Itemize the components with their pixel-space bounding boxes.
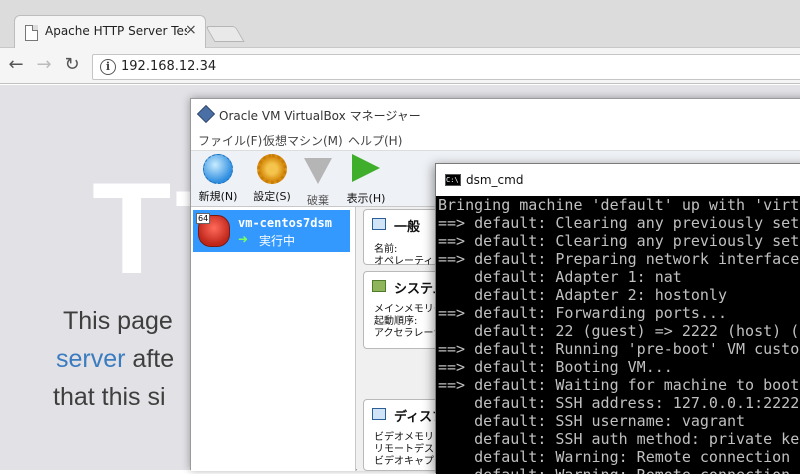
- page-text-line-1: This page: [63, 307, 173, 335]
- general-line-os: オペレーティン: [374, 256, 444, 267]
- info-icon[interactable]: i: [100, 59, 116, 75]
- console-line: default: Adapter 1: nat: [438, 268, 682, 286]
- 64bit-badge: 64: [196, 213, 211, 224]
- new-tab-button[interactable]: [205, 26, 245, 42]
- tab-title: Apache HTTP Server Test: [45, 24, 187, 38]
- vm-name: vm-centos7dsm: [238, 216, 332, 230]
- monitor-icon: [372, 218, 386, 230]
- console-line: default: SSH username: vagrant: [438, 412, 746, 430]
- general-heading: 一般: [394, 220, 421, 235]
- browser-tab[interactable]: Apache HTTP Server Test ×: [14, 15, 206, 49]
- menu-bar: ファイル(F) 仮想マシン(M) ヘルプ(H): [191, 129, 800, 151]
- vm-list: 64 vm-centos7dsm ➜ 実行中: [191, 207, 356, 471]
- gear-icon: [257, 154, 287, 184]
- settings-label: 設定(S): [253, 190, 291, 203]
- display-line-capture: ビデオキャプチ: [374, 456, 444, 467]
- cmd-window: C:\ dsm_cmd Bringing machine 'default' u…: [435, 163, 800, 474]
- console-output[interactable]: Bringing machine 'default' up with 'virt…: [436, 196, 800, 474]
- vbox-titlebar[interactable]: Oracle VM VirtualBox マネージャー: [191, 99, 800, 129]
- virtualbox-logo-icon: [196, 104, 216, 124]
- tab-strip: Apache HTTP Server Test ×: [0, 0, 800, 49]
- back-icon[interactable]: ←: [4, 54, 28, 75]
- console-line: default: 22 (guest) => 2222 (host) (a: [438, 322, 800, 340]
- cmd-title: dsm_cmd: [466, 173, 524, 187]
- address-bar[interactable]: i 192.168.12.34: [92, 54, 800, 80]
- new-label: 新規(N): [198, 190, 238, 203]
- settings-button[interactable]: 設定(S): [247, 154, 297, 204]
- page-heading: T: [92, 155, 172, 301]
- console-line: ==> default: Forwarding ports...: [438, 304, 727, 322]
- system-line-accel: アクセラレーシ: [374, 328, 444, 339]
- menu-machine[interactable]: 仮想マシン(M): [263, 132, 343, 149]
- menu-file[interactable]: ファイル(F): [198, 132, 262, 149]
- browser-toolbar: ← → ↻ i 192.168.12.34: [0, 48, 800, 84]
- forward-icon[interactable]: →: [32, 54, 56, 75]
- chip-icon: [372, 280, 386, 292]
- reload-icon[interactable]: ↻: [60, 54, 84, 75]
- console-line: default: Warning: Remote connection d: [438, 466, 800, 474]
- console-line: default: SSH auth method: private key: [438, 430, 800, 448]
- window-title: Oracle VM VirtualBox マネージャー: [219, 109, 421, 123]
- right-arrow-icon: [352, 154, 380, 182]
- discard-label: 破棄: [307, 194, 329, 207]
- console-line: Bringing machine 'default' up with 'virt…: [438, 196, 800, 214]
- server-link[interactable]: server: [56, 345, 125, 373]
- new-machine-icon: [203, 154, 233, 184]
- console-line: ==> default: Booting VM...: [438, 358, 673, 376]
- new-button[interactable]: 新規(N): [193, 154, 243, 204]
- console-line: default: SSH address: 127.0.0.1:2222: [438, 394, 800, 412]
- menu-help[interactable]: ヘルプ(H): [348, 132, 402, 149]
- page-icon: [25, 25, 38, 41]
- cmd-titlebar[interactable]: C:\ dsm_cmd: [436, 164, 800, 196]
- console-icon: C:\: [445, 174, 461, 186]
- vm-state: 実行中: [259, 234, 296, 248]
- console-line: ==> default: Clearing any previously set…: [438, 232, 800, 250]
- display-icon: [372, 408, 386, 420]
- vm-list-item[interactable]: 64 vm-centos7dsm ➜ 実行中: [193, 210, 350, 252]
- show-button[interactable]: 表示(H): [341, 154, 391, 206]
- page-text-line-2: server afte: [56, 345, 175, 373]
- running-arrow-icon: ➜: [238, 232, 249, 246]
- page-text-line-3: that this si: [53, 383, 166, 411]
- down-arrow-icon: [304, 158, 332, 184]
- discard-button[interactable]: 破棄: [293, 154, 343, 208]
- console-line: ==> default: Waiting for machine to boot…: [438, 376, 800, 394]
- console-line: ==> default: Clearing any previously set…: [438, 214, 800, 232]
- console-line: default: Adapter 2: hostonly: [438, 286, 727, 304]
- console-line: default: Warning: Remote connection d: [438, 448, 800, 466]
- show-label: 表示(H): [346, 192, 386, 205]
- close-icon[interactable]: ×: [185, 22, 197, 38]
- console-line: ==> default: Running 'pre-boot' VM custo…: [438, 340, 800, 358]
- url-text[interactable]: 192.168.12.34: [121, 59, 216, 74]
- console-line: ==> default: Preparing network interface…: [438, 250, 800, 268]
